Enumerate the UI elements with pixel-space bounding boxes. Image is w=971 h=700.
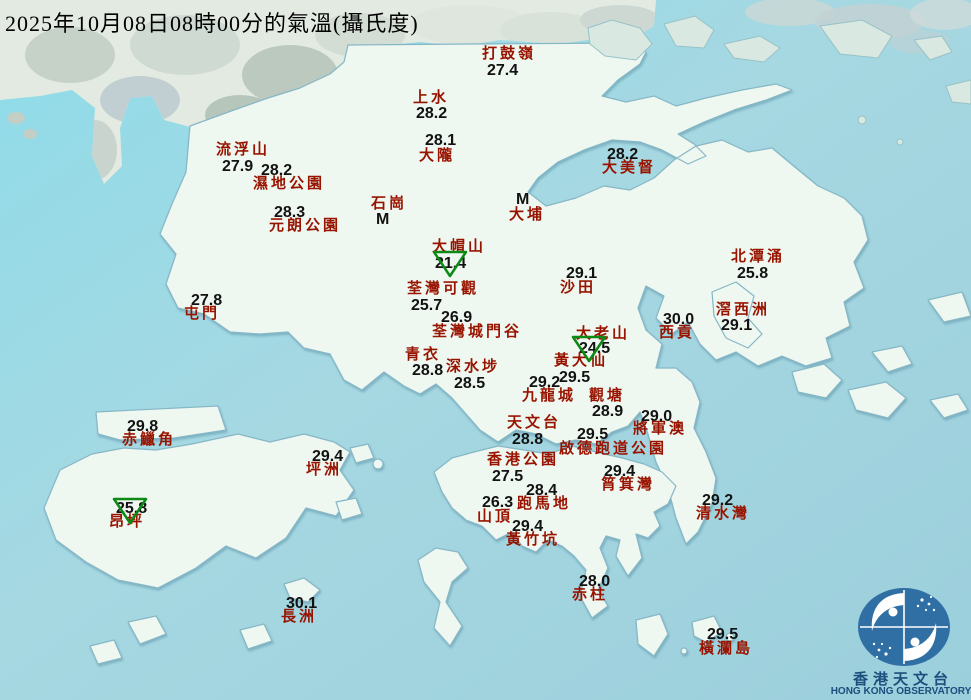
- peak-triangle-icon: [571, 335, 607, 363]
- station-label: 荃灣城門谷: [432, 324, 522, 341]
- station-value: 28.5: [454, 376, 485, 392]
- station-value: 28.0: [579, 574, 610, 590]
- weather-temperature-map: 2025年10月08日08時00分的氣溫(攝氏度) 打鼓嶺27.4上水28.2大…: [0, 0, 971, 700]
- station-label: 深水埗: [446, 359, 500, 376]
- peak-triangle-icon: [432, 250, 468, 278]
- station-value: 26.9: [441, 310, 472, 326]
- station-value: 28.2: [416, 106, 447, 122]
- station-value: 28.3: [274, 205, 305, 221]
- station-value: 25.8: [737, 266, 768, 282]
- station-value: 29.2: [529, 375, 560, 391]
- station-value: 29.1: [566, 266, 597, 282]
- station-value: 29.4: [512, 519, 543, 535]
- station-label: 橫瀾島: [699, 641, 753, 658]
- station-value: 26.3: [482, 495, 513, 511]
- station-value: 27.5: [492, 469, 523, 485]
- station-label: 大隴: [419, 148, 455, 165]
- station-value: 27.4: [487, 63, 518, 79]
- peak-triangle-icon: [112, 497, 148, 525]
- station-value: 27.8: [191, 293, 222, 309]
- station-value: 28.9: [592, 404, 623, 420]
- station-label: 香港公園: [487, 452, 559, 469]
- station-label: 天文台: [507, 415, 561, 432]
- station-value: 27.9: [222, 159, 253, 175]
- station-value: M: [516, 192, 529, 208]
- station-label: 啟德跑道公園: [559, 441, 667, 458]
- station-value: 29.0: [641, 409, 672, 425]
- station-value: 25.7: [411, 298, 442, 314]
- station-value: M: [376, 212, 389, 228]
- station-value: 30.1: [286, 596, 317, 612]
- station-label: 北潭涌: [731, 249, 785, 266]
- station-label: 大埔: [509, 207, 545, 224]
- station-value: 30.0: [663, 312, 694, 328]
- station-value: 29.5: [577, 427, 608, 443]
- station-value: 28.2: [607, 147, 638, 163]
- station-value: 29.5: [707, 627, 738, 643]
- station-value: 29.5: [559, 370, 590, 386]
- station-value: 29.4: [604, 464, 635, 480]
- station-value: 28.8: [512, 432, 543, 448]
- station-value: 28.1: [425, 133, 456, 149]
- station-label: 荃灣可觀: [407, 281, 479, 298]
- station-value: 29.4: [312, 449, 343, 465]
- station-value: 28.4: [526, 483, 557, 499]
- station-value: 28.8: [412, 363, 443, 379]
- station-label: 沙田: [560, 280, 596, 297]
- station-value: 28.2: [261, 163, 292, 179]
- station-value: 29.8: [127, 419, 158, 435]
- station-label: 流浮山: [216, 142, 270, 159]
- station-value: 29.1: [721, 318, 752, 334]
- stations-layer: 打鼓嶺27.4上水28.2大隴28.1流浮山27.9濕地公園28.2元朗公園28…: [0, 0, 971, 700]
- station-label: 打鼓嶺: [482, 46, 536, 63]
- station-value: 29.2: [702, 493, 733, 509]
- station-label: 山頂: [477, 509, 513, 526]
